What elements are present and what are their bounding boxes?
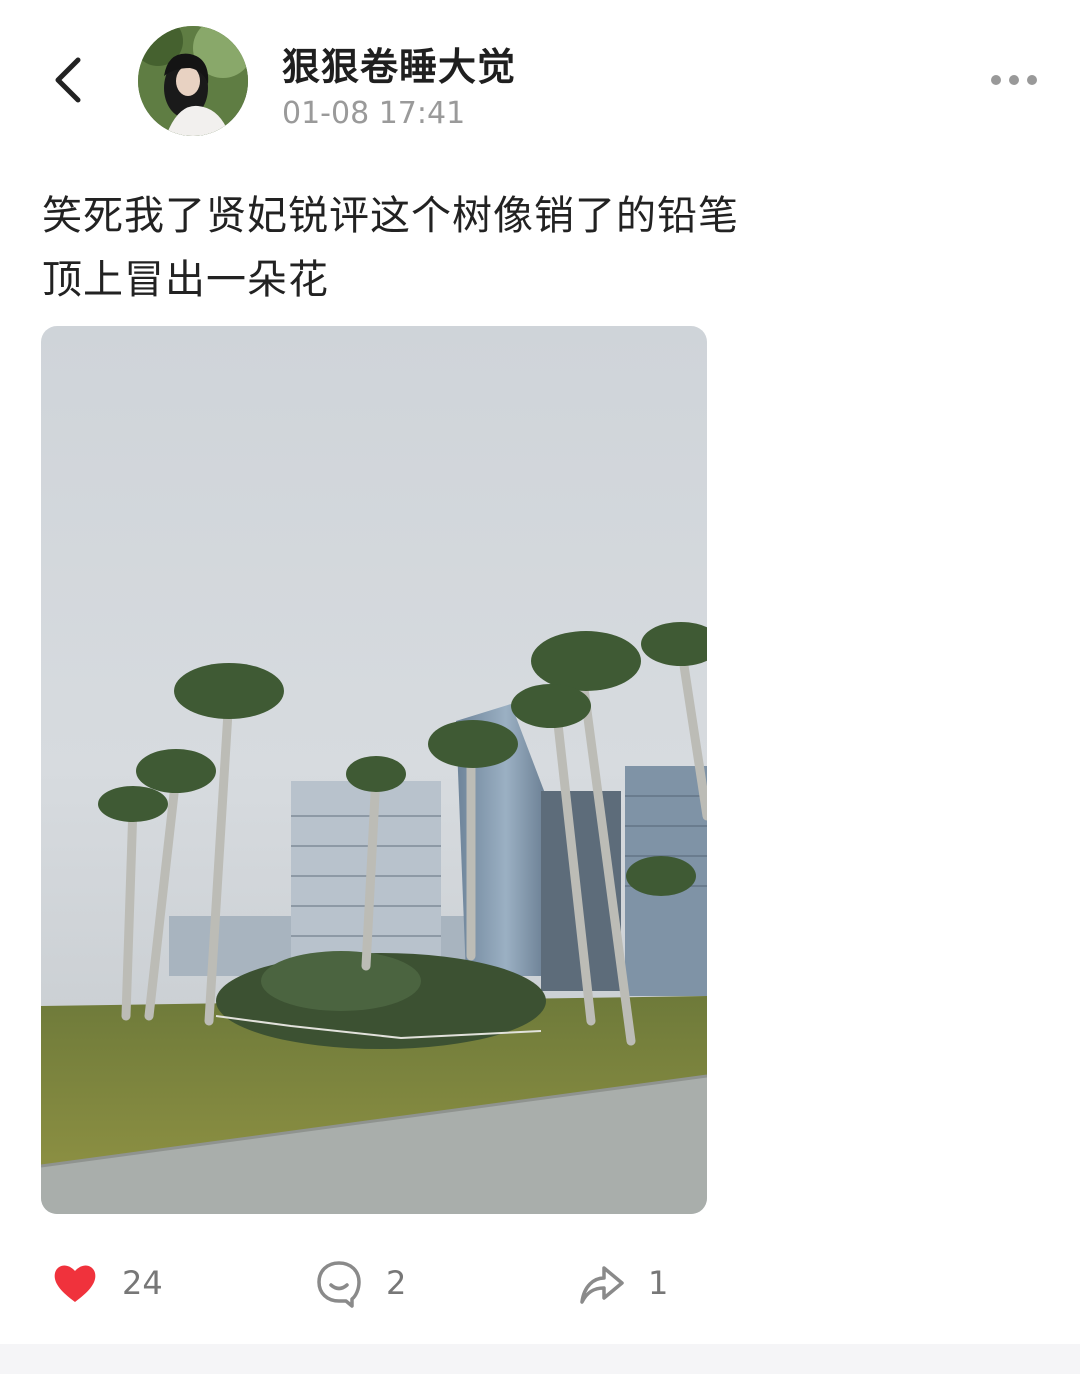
share-button[interactable]: 1 [576, 1248, 668, 1318]
post-photo-image [41, 326, 707, 1214]
action-bar: 24 2 1 [0, 1248, 1080, 1318]
comment-icon [317, 1261, 361, 1308]
username[interactable]: 狠狠卷睡大觉 [282, 36, 516, 91]
avatar-image [138, 26, 248, 136]
post-text: 笑死我了贤妃锐评这个树像销了的铅笔 顶上冒出一朵花 [42, 184, 1042, 312]
like-button[interactable]: 24 [50, 1248, 163, 1318]
post-header: 狠狠卷睡大觉 01-08 17:41 [0, 0, 1080, 160]
post-timestamp: 01-08 17:41 [282, 96, 466, 131]
post-photo[interactable] [41, 326, 707, 1214]
more-dots-icon [991, 75, 1037, 85]
more-button[interactable] [984, 60, 1044, 100]
back-arrow-icon [55, 57, 81, 103]
share-count: 1 [648, 1264, 669, 1302]
like-count: 24 [122, 1264, 163, 1302]
share-icon [580, 1266, 624, 1304]
post-text-line: 笑死我了贤妃锐评这个树像销了的铅笔 [42, 193, 739, 239]
post-text-line: 顶上冒出一朵花 [42, 257, 329, 303]
heart-icon [54, 1265, 96, 1302]
bottom-divider [0, 1344, 1080, 1374]
comment-count: 2 [386, 1264, 407, 1302]
comment-button[interactable]: 2 [314, 1248, 406, 1318]
back-button[interactable] [40, 50, 100, 110]
avatar[interactable] [138, 26, 248, 136]
